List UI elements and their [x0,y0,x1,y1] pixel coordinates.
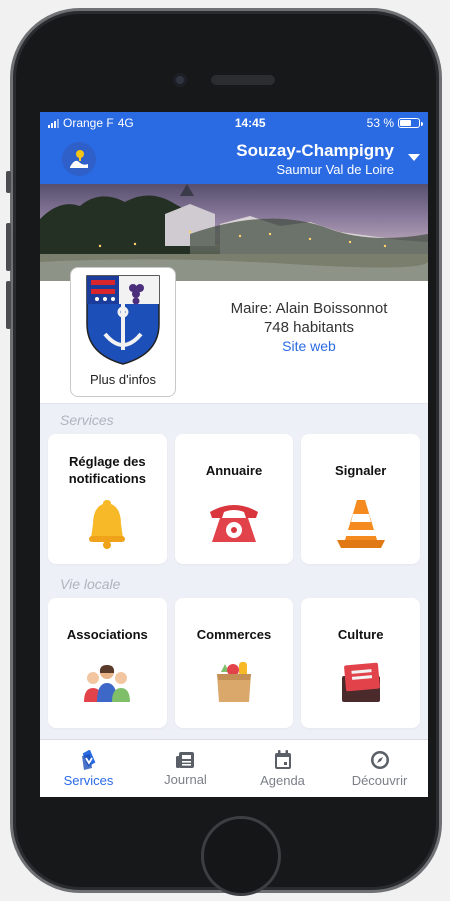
mayor-name: Maire: Alain Boissonnot [230,300,388,317]
tab-label: Agenda [260,772,305,788]
mute-switch [6,171,11,193]
clock: 14:45 [234,116,266,130]
calendar-icon [274,749,291,769]
app-logo-icon[interactable] [62,142,96,176]
carrier-name: Orange F [63,116,114,130]
tab-discover[interactable]: Découvrir [331,740,428,797]
battery-icon [398,118,423,128]
status-bar: Orange F 4G 14:45 53 % [40,112,428,134]
commune-details: Maire: Alain Boissonnot 748 habitants Si… [190,299,428,356]
newspaper-icon [175,751,194,768]
shopping-bag-icon [217,662,251,702]
traffic-cone-icon [336,500,385,548]
commune-selector[interactable]: Souzay-Champigny Saumur Val de Loire [236,141,420,178]
population: 748 habitants [263,319,355,336]
tile-associations[interactable]: Associations [48,598,167,728]
home-button[interactable] [201,816,281,896]
tile-report[interactable]: Signaler [301,434,421,564]
app-screen: Orange F 4G 14:45 53 % Souzay-Champigny … [40,112,428,797]
tab-journal[interactable]: Journal [137,740,234,797]
tile-label: Culture [337,626,384,642]
tile-label: Annuaire [205,462,263,478]
coat-of-arms-icon [86,275,160,365]
tab-label: Services [63,772,114,788]
tile-label: Associations [66,626,148,642]
tile-directory[interactable]: Annuaire [174,434,294,564]
region-name: Saumur Val de Loire [276,161,394,177]
tile-shops[interactable]: Commerces [174,598,294,728]
section-title-services: Services [60,412,114,428]
section-title-local-life: Vie locale [60,576,121,592]
volume-up-button [6,223,11,271]
services-icon [81,749,95,770]
services-grid: Réglage des notifications Annuaire Signa… [40,434,428,564]
tile-culture[interactable]: Culture [301,598,421,728]
tile-notification-settings[interactable]: Réglage des notifications [48,434,167,564]
tile-label: Réglage des notifications [68,454,146,486]
tile-label: Signaler [335,462,387,478]
chevron-down-icon[interactable] [408,154,420,161]
city-name: Souzay-Champigny [236,140,394,160]
compass-icon [370,750,389,769]
telephone-icon [210,505,258,542]
front-camera [173,73,187,87]
network-type: 4G [117,116,134,130]
app-header: Souzay-Champigny Saumur Val de Loire [40,134,428,184]
tab-label: Découvrir [351,772,408,788]
bottom-tab-bar: Services Journal Agenda Découvrir [40,739,428,797]
signal-icon [48,118,59,128]
commune-info: Plus d'infos Maire: Alain Boissonnot 748… [40,267,428,404]
battery-percent: 53 % [366,116,394,130]
bell-icon [89,500,126,549]
website-link[interactable]: Site web [190,337,428,356]
tab-label: Journal [164,771,207,787]
local-life-grid: Associations Commerces Culture [40,598,428,728]
volume-down-button [6,281,11,329]
tile-label: Commerces [196,626,272,642]
tab-services[interactable]: Services [40,740,137,797]
books-icon [341,662,380,702]
more-info-label: Plus d'infos [89,372,157,387]
tab-agenda[interactable]: Agenda [234,740,331,797]
more-info-card[interactable]: Plus d'infos [70,267,176,397]
people-icon [84,665,131,702]
earpiece-speaker [211,75,275,85]
